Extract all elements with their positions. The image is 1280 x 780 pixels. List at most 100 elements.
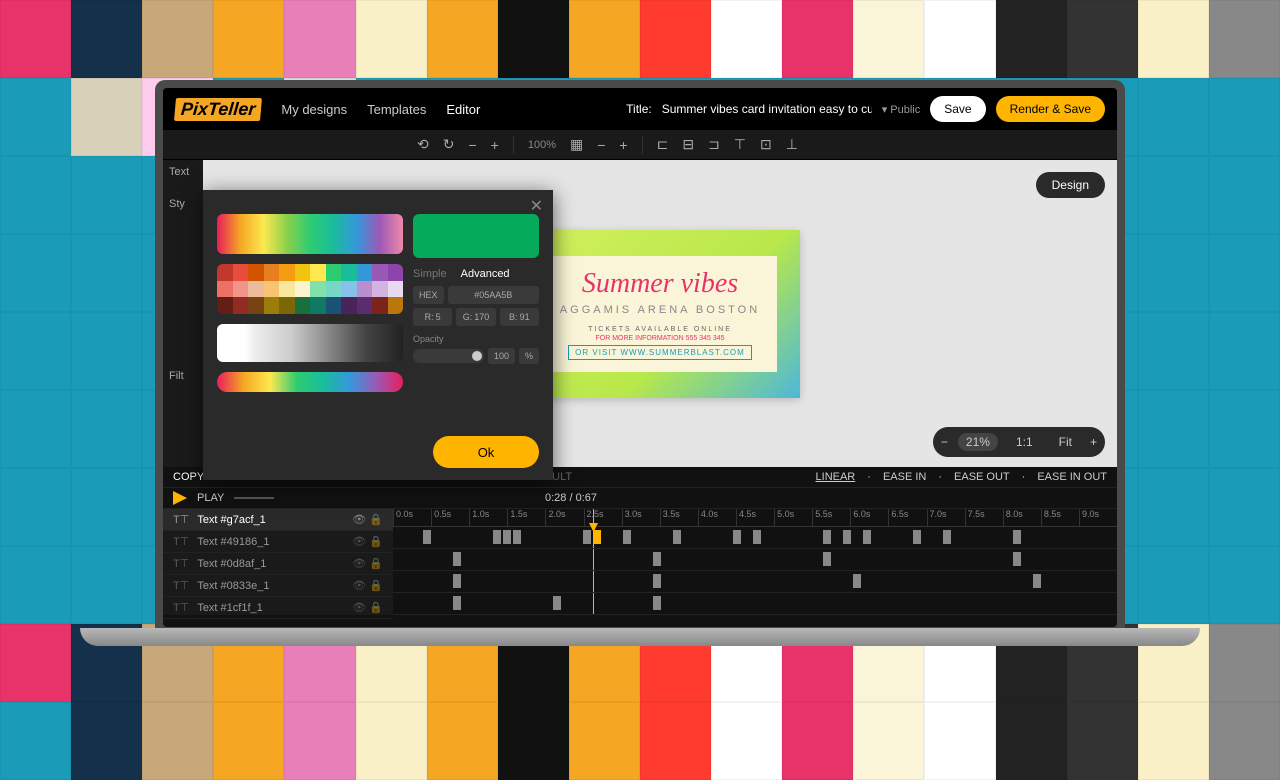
timeline-layer[interactable]: T⊤Text #49186_1👁 🔒 (163, 531, 393, 553)
keyframe[interactable] (1033, 574, 1041, 588)
keyframe[interactable] (453, 596, 461, 610)
play-label: PLAY (197, 492, 224, 504)
zoom-control: − 21% 1:1 Fit + (933, 427, 1105, 457)
redo-icon[interactable]: ↻ (443, 136, 455, 153)
align-left-icon[interactable]: ⊏ (657, 136, 669, 153)
design-button[interactable]: Design (1036, 172, 1105, 198)
keyframe[interactable] (863, 530, 871, 544)
timeline-panel: COPY· RESET INSTANCE· DELETE· RESET TIME… (163, 467, 1117, 627)
zoom-value: 100% (528, 139, 556, 151)
timeline-copy[interactable]: COPY (173, 471, 204, 483)
plus-icon[interactable]: + (491, 137, 499, 153)
panel-filters[interactable]: Filt (169, 370, 197, 382)
gradient-swatch[interactable] (217, 214, 403, 254)
keyframe[interactable] (1013, 530, 1021, 544)
keyframe[interactable] (513, 530, 521, 544)
ease-in-out[interactable]: EASE IN OUT (1037, 471, 1107, 483)
zoom-plus-icon[interactable]: + (1090, 435, 1097, 449)
zoom-percent[interactable]: 21% (958, 433, 998, 451)
opacity-slider[interactable] (413, 349, 484, 363)
timeline-layer[interactable]: T⊤Text #1cf1f_1👁 🔒 (163, 597, 393, 619)
rainbow-swatch[interactable] (217, 372, 403, 392)
align-top-icon[interactable]: ⊤ (734, 136, 746, 153)
panel-text[interactable]: Text (169, 166, 197, 178)
timeline-layer[interactable]: T⊤Text #0833e_1👁 🔒 (163, 575, 393, 597)
keyframe[interactable] (853, 574, 861, 588)
b-input[interactable]: B:91 (500, 308, 539, 326)
keyframe[interactable] (913, 530, 921, 544)
keyframe[interactable] (733, 530, 741, 544)
keyframe[interactable] (593, 530, 601, 544)
grayscale-swatch[interactable] (217, 324, 403, 362)
play-icon[interactable] (173, 491, 187, 505)
keyframe[interactable] (553, 596, 561, 610)
keyframe[interactable] (453, 552, 461, 566)
keyframe[interactable] (503, 530, 511, 544)
logo: PixTeller (174, 98, 262, 121)
ok-button[interactable]: Ok (433, 436, 539, 468)
keyframe[interactable] (623, 530, 631, 544)
keyframe[interactable] (823, 552, 831, 566)
zoom-in-icon[interactable]: + (619, 137, 627, 153)
side-panel: Text Sty Filt (163, 160, 203, 467)
align-center-icon[interactable]: ⊟ (682, 136, 694, 153)
hex-input[interactable]: #05AA5B (448, 286, 539, 304)
color-swatch-grid[interactable] (217, 264, 403, 314)
align-bottom-icon[interactable]: ⊥ (786, 136, 798, 153)
keyframe[interactable] (493, 530, 501, 544)
close-icon[interactable]: ✕ (530, 196, 543, 216)
ease-linear[interactable]: LINEAR (816, 471, 856, 483)
nav-templates[interactable]: Templates (367, 102, 426, 117)
keyframe[interactable] (823, 530, 831, 544)
ease-in[interactable]: EASE IN (883, 471, 926, 483)
tab-simple[interactable]: Simple (413, 268, 447, 280)
render-save-button[interactable]: Render & Save (996, 96, 1105, 122)
keyframe[interactable] (653, 596, 661, 610)
rotate-icon[interactable]: ⟲ (417, 136, 429, 153)
panel-style[interactable]: Sty (169, 198, 197, 210)
keyframe[interactable] (583, 530, 591, 544)
opacity-unit: % (519, 348, 539, 364)
opacity-value[interactable]: 100 (488, 348, 515, 364)
color-preview (413, 214, 539, 258)
r-input[interactable]: R:5 (413, 308, 452, 326)
keyframe[interactable] (943, 530, 951, 544)
keyframe[interactable] (653, 574, 661, 588)
nav-editor[interactable]: Editor (446, 102, 480, 117)
toolbar: ⟲ ↻ − + 100% ▦ − + ⊏ ⊟ ⊐ ⊤ ⊡ ⊥ (163, 130, 1117, 160)
card-title: Summer vibes (549, 268, 771, 300)
timeline-layer[interactable]: T⊤Text #g7acf_1👁 🔒 (163, 509, 393, 531)
topbar: PixTeller My designs Templates Editor Ti… (163, 88, 1117, 130)
card-tickets: TICKETS AVAILABLE ONLINE (549, 326, 771, 333)
align-middle-icon[interactable]: ⊡ (760, 136, 772, 153)
minus-icon[interactable]: − (468, 137, 476, 153)
nav-my-designs[interactable]: My designs (281, 102, 347, 117)
keyframe[interactable] (753, 530, 761, 544)
align-right-icon[interactable]: ⊐ (708, 136, 720, 153)
ease-out[interactable]: EASE OUT (954, 471, 1010, 483)
color-picker-popup: ✕ Simple Advanced HEX #05AA5B R:5 (203, 190, 553, 480)
keyframe[interactable] (653, 552, 661, 566)
opacity-label: Opacity (413, 334, 539, 344)
hex-label: HEX (413, 286, 444, 304)
tab-advanced[interactable]: Advanced (461, 268, 510, 280)
zoom-fit[interactable]: Fit (1051, 433, 1080, 451)
title-input[interactable] (662, 102, 872, 116)
card-subtitle: AGGAMIS ARENA BOSTON (549, 304, 771, 316)
keyframe[interactable] (1013, 552, 1021, 566)
card-info: FOR MORE INFORMATION 555 345 345 (549, 335, 771, 342)
keyframe[interactable] (423, 530, 431, 544)
save-button[interactable]: Save (930, 96, 985, 122)
grid-icon[interactable]: ▦ (570, 136, 583, 153)
keyframe[interactable] (453, 574, 461, 588)
keyframe[interactable] (673, 530, 681, 544)
visibility-dropdown[interactable]: ▾ Public (882, 103, 921, 116)
zoom-1to1[interactable]: 1:1 (1008, 433, 1041, 451)
zoom-minus-icon[interactable]: − (941, 435, 948, 449)
zoom-out-icon[interactable]: − (597, 137, 605, 153)
keyframe[interactable] (843, 530, 851, 544)
design-card[interactable]: Summer vibes AGGAMIS ARENA BOSTON TICKET… (520, 230, 800, 398)
timeline-layer[interactable]: T⊤Text #0d8af_1👁 🔒 (163, 553, 393, 575)
title-label: Title: (626, 102, 652, 116)
g-input[interactable]: G:170 (456, 308, 495, 326)
